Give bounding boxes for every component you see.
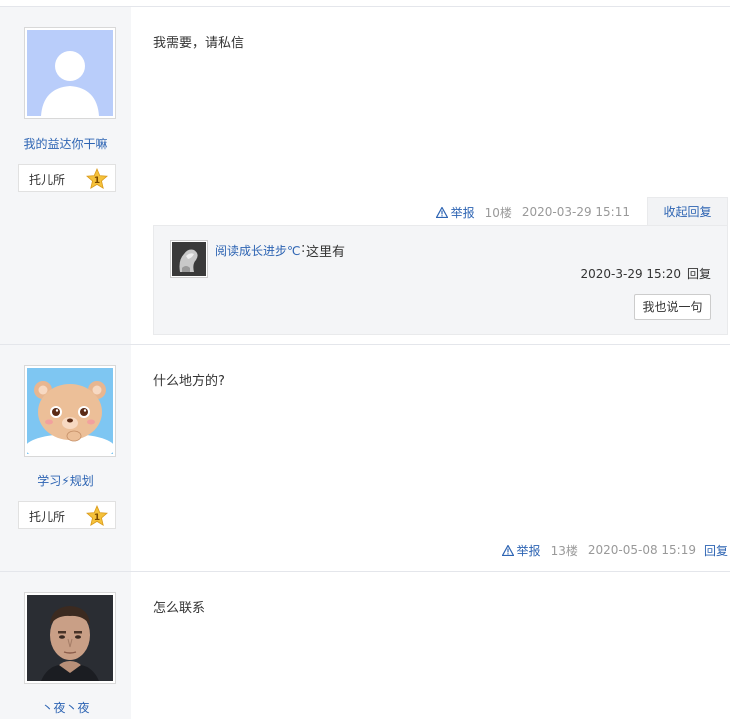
user-avatar[interactable]: [24, 592, 116, 684]
report-label: 举报: [516, 543, 541, 558]
post-meta: 举报 13楼 2020-05-08 15:19 回复: [501, 542, 728, 559]
post-content: 我需要，请私信: [153, 36, 245, 51]
report-link[interactable]: 举报: [501, 542, 541, 559]
default-avatar-icon: [27, 30, 113, 116]
bear-avatar-icon: [27, 368, 113, 454]
floor-number: 13楼: [550, 543, 578, 558]
collapse-replies-button[interactable]: 收起回复: [647, 197, 728, 226]
post-meta: 举报 10楼 2020-03-29 15:11: [435, 204, 638, 221]
post-floor-10: 我的益达你干嘛 托儿所 1 我需要，请私信 举报 10楼 2020-03-29 …: [0, 6, 730, 345]
username-link[interactable]: 丶夜丶夜: [0, 699, 131, 716]
report-label: 举报: [450, 205, 475, 220]
sub-reply-avatar[interactable]: [170, 240, 208, 278]
username-link[interactable]: 我的益达你干嘛: [0, 135, 131, 152]
level-star-icon: 1: [86, 505, 108, 527]
user-avatar[interactable]: [24, 27, 116, 119]
svg-text:1: 1: [94, 176, 100, 186]
svg-text:1: 1: [94, 513, 100, 523]
say-something-button[interactable]: 我也说一句: [634, 294, 711, 320]
sub-reply-username[interactable]: 阅读成长进步℃: [215, 242, 300, 259]
warning-icon: [435, 206, 448, 218]
warning-icon: [501, 544, 514, 556]
reply-button[interactable]: 回复: [704, 542, 728, 559]
level-star-icon: 1: [86, 168, 108, 190]
sculpture-avatar-icon: [172, 242, 206, 276]
member-badge[interactable]: 托儿所 1: [18, 164, 116, 192]
post-floor-13: 学习⚡规划 托儿所 1 什么地方的? 举报 13楼 2020-05-08 15:…: [0, 344, 730, 572]
badge-label: 托儿所: [29, 510, 66, 524]
badge-label: 托儿所: [29, 173, 66, 187]
sub-reply-separator: :: [301, 241, 306, 256]
sub-reply-time: 2020-3-29 15:20: [580, 267, 681, 281]
post-time: 2020-03-29 15:11: [521, 205, 630, 219]
user-avatar[interactable]: [24, 365, 116, 457]
member-badge[interactable]: 托儿所 1: [18, 501, 116, 529]
post-content: 什么地方的?: [153, 374, 225, 389]
portrait-avatar-icon: [27, 595, 113, 681]
report-link[interactable]: 举报: [435, 204, 475, 221]
post-floor-next: 丶夜丶夜 怎么联系: [0, 571, 730, 719]
sub-reply-text: 这里有: [306, 245, 346, 260]
post-time: 2020-05-08 15:19: [587, 543, 696, 557]
sub-reply-meta: 2020-3-29 15:20 回复: [580, 265, 711, 282]
sub-reply-box: 阅读成长进步℃ : 这里有 2020-3-29 15:20 回复 我也说一句: [153, 225, 728, 335]
sub-reply-button[interactable]: 回复: [687, 267, 711, 281]
username-link[interactable]: 学习⚡规划: [0, 472, 131, 489]
floor-number: 10楼: [484, 205, 512, 220]
post-content: 怎么联系: [153, 601, 206, 616]
